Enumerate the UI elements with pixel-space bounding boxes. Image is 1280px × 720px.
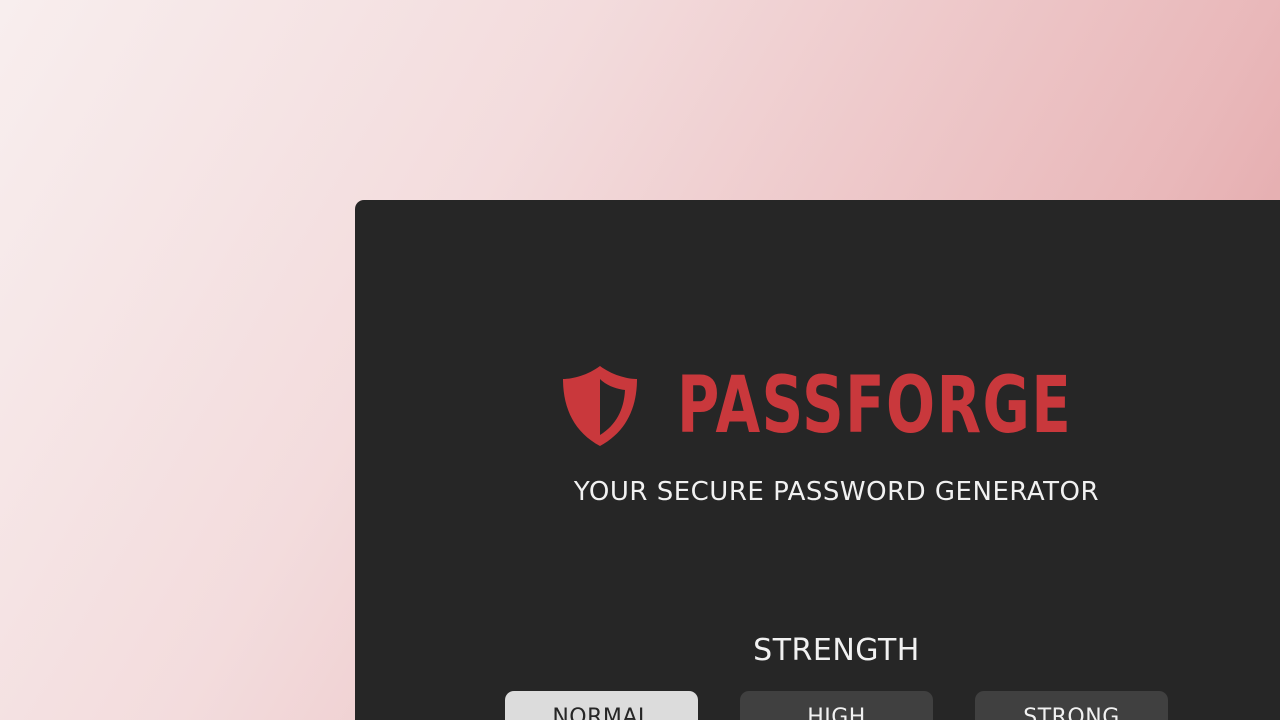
app-window: PASSFORGE YOUR SECURE PASSWORD GENERATOR… — [355, 200, 1280, 720]
app-tagline: YOUR SECURE PASSWORD GENERATOR — [573, 477, 1100, 507]
strength-title: STRENGTH — [753, 633, 920, 668]
shield-icon — [563, 366, 637, 446]
app-name: PASSFORGE — [677, 361, 1073, 451]
strength-options: NORMAL HIGH STRONG — [505, 691, 1168, 720]
strength-normal-button[interactable]: NORMAL — [505, 691, 698, 720]
strength-strong-button[interactable]: STRONG — [975, 691, 1168, 720]
strength-high-button[interactable]: HIGH — [740, 691, 933, 720]
brand-header: PASSFORGE — [560, 362, 1211, 450]
